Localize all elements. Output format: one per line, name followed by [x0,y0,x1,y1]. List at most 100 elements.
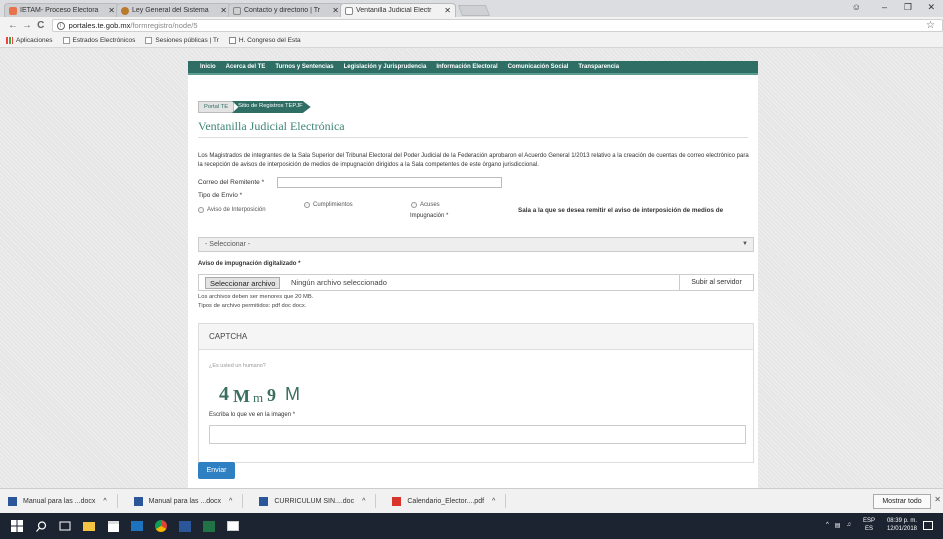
email-label: Correo del Remitente * [198,179,265,186]
task-view-icon[interactable] [58,519,72,533]
download-item[interactable]: CURRICULUM SIN....doc ^ [259,494,377,508]
info-icon[interactable]: i [56,21,65,30]
radio-cumplimientos[interactable]: Cumplimientos [304,202,353,208]
window-close-icon[interactable]: ✕ [927,2,935,13]
svg-text:M: M [233,386,250,406]
search-icon[interactable] [34,519,48,533]
bookmark-item[interactable]: Estrados Electrónicos [62,37,135,44]
tab-title: IETAM- Proceso Electora [20,7,99,14]
download-item[interactable]: Manual para las ...docx ^ [133,494,244,508]
radio-aviso[interactable]: Aviso de Interposición [198,207,266,213]
clock-time: 08:39 p. m. [886,518,917,524]
store-icon[interactable] [106,519,120,533]
show-all-button[interactable]: Mostrar todo [873,494,931,509]
radio-button[interactable] [198,207,204,213]
excel-icon[interactable] [202,519,216,533]
photos-icon[interactable] [226,519,240,533]
submit-button[interactable]: Enviar [198,462,235,479]
radio-button[interactable] [411,202,417,208]
word-icon[interactable] [178,519,192,533]
tab-strip: IETAM- Proceso Electora ✕ Ley General del… [0,0,943,17]
nav-legislacion[interactable]: Legislación y Jurisprudencia [344,64,427,70]
chevron-up-icon[interactable]: ^ [492,498,495,505]
chevron-up-icon[interactable]: ^ [103,498,106,505]
language-indicator[interactable]: ESP ES [863,517,875,533]
bookmark-item[interactable]: H. Congreso del Esta [228,37,301,44]
url-host: portales.te.gob.mx [68,21,131,30]
system-tray: ^ ▤ ♫ ESP ES 08:39 p. m. 12/01/2018 [826,517,933,533]
notifications-icon[interactable] [923,520,933,530]
forward-icon[interactable]: → [20,20,34,31]
file-explorer-icon[interactable] [82,519,96,533]
outlook-icon[interactable] [130,519,144,533]
chevron-up-icon[interactable]: ^ [229,498,232,505]
captcha-image: 4 M m 9 M [219,383,300,406]
word-doc-icon [133,496,143,506]
ietam-favicon-icon [9,6,17,15]
minimize-icon[interactable]: – [882,2,887,12]
nav-acerca[interactable]: Acerca del TE [226,64,266,70]
windows-start-icon[interactable] [10,519,24,533]
download-item[interactable]: Calendario_Elector....pdf ^ [392,494,507,508]
page-icon [228,37,236,44]
url-input[interactable]: i portales.te.gob.mx/formregistro/node/5 [51,19,943,32]
breadcrumb-portal[interactable]: Portal TE [198,101,235,113]
download-item[interactable]: Manual para las ...docx ^ [8,494,118,508]
nav-inicio[interactable]: Inicio [200,64,216,70]
word-doc-icon [8,496,17,506]
download-name: Calendario_Elector....pdf [407,497,485,505]
nav-turnos[interactable]: Turnos y Sentencias [275,64,333,70]
file-upload-row: Seleccionar archivo Ningún archivo selec… [198,274,754,291]
reload-icon[interactable]: C [34,20,48,31]
nav-transparencia[interactable]: Transparencia [578,64,619,70]
page-viewport: Inicio Acerca del TE Turnos y Sentencias… [0,49,943,488]
page-favicon-icon [345,6,353,15]
browser-tab[interactable]: IETAM- Proceso Electora ✕ [4,3,120,17]
maximize-icon[interactable]: ❐ [904,2,912,13]
captcha-panel: CAPTCHA ¿Es usted un humano? 4 M m 9 M E… [198,323,754,463]
tipo-envio-label: Tipo de Envío * [198,192,243,199]
close-icon[interactable]: ✕ [444,6,451,15]
page-title: Ventanilla Judicial Electrónica [198,119,345,133]
svg-text:m: m [253,390,263,405]
close-icon[interactable]: ✕ [108,6,115,15]
browser-tab-active[interactable]: Ventanilla Judicial Electr ✕ [340,3,456,17]
nav-informacion[interactable]: Información Electoral [436,64,497,70]
volume-icon[interactable]: ♫ [846,522,851,528]
te-favicon-icon [233,6,241,15]
bookmark-star-icon[interactable]: ☆ [926,20,935,31]
network-icon[interactable]: ▤ [835,522,841,529]
close-icon[interactable]: ✕ [220,6,227,15]
breadcrumb: Portal TE Sitio de Registros TEPJF [198,101,311,113]
bookmark-item[interactable]: Sesiones públicas | Tr [145,37,219,44]
profile-icon[interactable]: ☺ [852,2,861,12]
choose-file-button[interactable]: Seleccionar archivo [205,277,281,289]
help-types: Tipos de archivo permitidos: pdf doc doc… [198,303,307,309]
chrome-icon[interactable] [154,519,168,533]
apps-grid-icon [6,37,13,44]
select-value: - Seleccionar - [205,241,251,248]
separator [505,494,507,508]
sala-label: Sala a la que se desea remitir el aviso … [518,207,724,214]
chevron-up-icon[interactable]: ^ [826,522,829,528]
radio-acuses[interactable]: Acuses [411,202,440,208]
close-icon[interactable]: ✕ [332,6,339,15]
captcha-input[interactable] [209,425,746,444]
browser-tab[interactable]: Ley General del Sistema ✕ [116,3,232,17]
nav-comunicacion[interactable]: Comunicación Social [508,64,569,70]
new-tab-button[interactable] [457,5,491,16]
sala-select[interactable]: - Seleccionar - ▼ [198,237,754,252]
radio-label: Acuses [420,202,440,208]
close-downloads-icon[interactable]: ✕ [934,495,941,504]
tab-title: Contacto y directorio | Tr [244,7,321,14]
browser-tab[interactable]: Contacto y directorio | Tr ✕ [228,3,344,17]
upload-button[interactable]: Subir al servidor [679,275,753,290]
bookmark-apps[interactable]: Aplicaciones [6,37,53,44]
lang-code: ESP [862,518,875,524]
radio-button[interactable] [304,202,310,208]
email-field[interactable] [277,177,502,188]
clock[interactable]: 08:39 p. m. 12/01/2018 [887,517,917,533]
chevron-up-icon[interactable]: ^ [362,498,365,505]
breadcrumb-registros[interactable]: Sitio de Registros TEPJF [232,101,311,113]
back-icon[interactable]: ← [6,20,20,31]
